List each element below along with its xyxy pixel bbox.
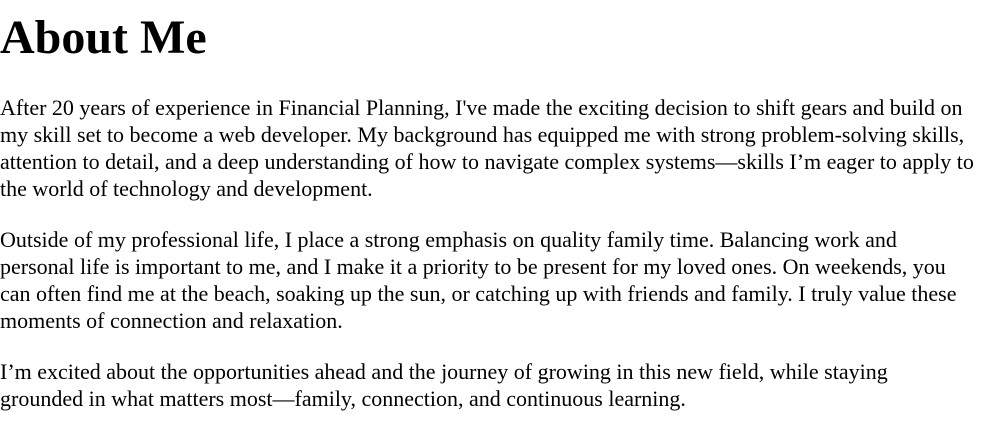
- about-section: About Me After 20 years of experience in…: [0, 0, 975, 412]
- page-title: About Me: [0, 11, 207, 64]
- paragraph-family-life: Outside of my professional life, I place…: [0, 227, 957, 333]
- paragraph-future-outlook: I’m excited about the opportunities ahea…: [0, 359, 888, 411]
- paragraph-career-change: After 20 years of experience in Financia…: [0, 95, 974, 201]
